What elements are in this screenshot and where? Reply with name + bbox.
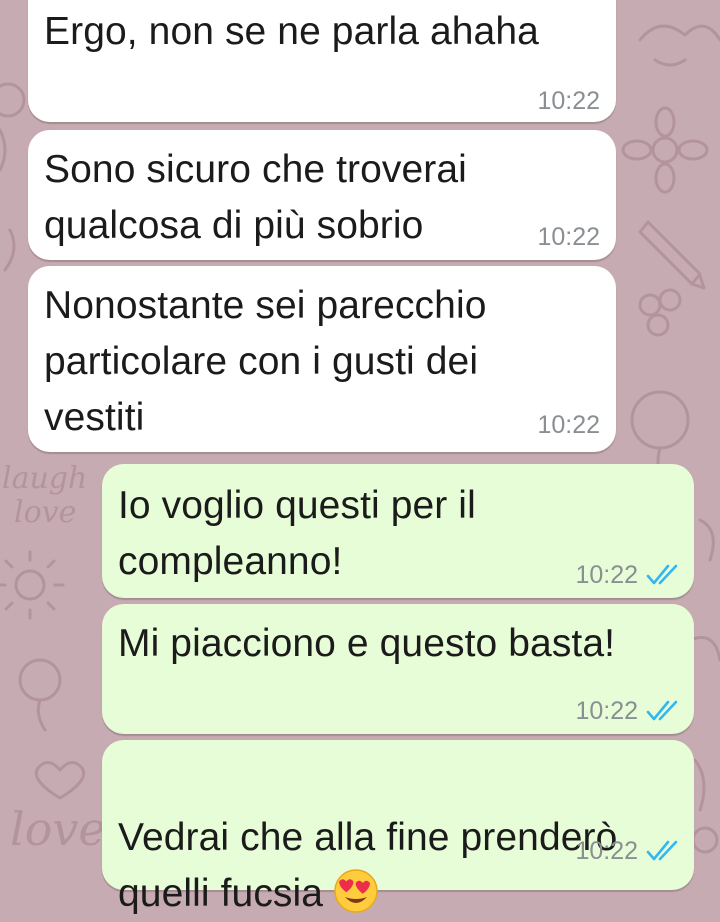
message-timestamp: 10:22	[537, 223, 600, 251]
wallpaper-love-script-text: love	[10, 802, 106, 856]
message-timestamp: 10:22	[575, 697, 638, 725]
message-text: Nonostante sei parecchio particolare con…	[44, 284, 487, 439]
incoming-message-bubble[interactable]: Nonostante sei parecchio particolare con…	[28, 266, 616, 452]
message-timestamp: 10:22	[575, 837, 638, 865]
outgoing-message-bubble[interactable]: Vedrai che alla fine prenderò quelli fuc…	[102, 740, 694, 915]
message-text: Mi piacciono e questo basta!	[118, 622, 616, 665]
double-check-read-icon	[646, 840, 678, 861]
message-timestamp: 10:22	[537, 411, 600, 439]
wallpaper-love-text: love	[14, 495, 76, 530]
double-check-read-icon	[646, 700, 678, 721]
message-timestamp: 10:22	[575, 561, 638, 589]
outgoing-message-bubble[interactable]: Io voglio questi per il compleanno! 10:2…	[102, 464, 694, 598]
message-text: Io voglio questi per il compleanno!	[118, 484, 476, 583]
message-text: Vedrai che alla fine prenderò quelli fuc…	[118, 754, 617, 922]
incoming-message-bubble[interactable]: Ergo, non se ne parla ahaha 10:22	[28, 0, 616, 122]
incoming-message-bubble[interactable]: Sono sicuro che troverai qualcosa di più…	[28, 130, 616, 260]
message-text: Sono sicuro che troverai qualcosa di più…	[44, 148, 467, 247]
wallpaper-laugh-text: laugh	[2, 461, 87, 496]
message-timestamp: 10:22	[537, 87, 600, 115]
message-text: Ergo, non se ne parla ahaha	[44, 10, 539, 53]
smiling-face-with-heart-eyes-icon	[334, 869, 378, 913]
double-check-read-icon	[646, 564, 678, 585]
outgoing-message-bubble[interactable]: Mi piacciono e questo basta! 10:22	[102, 604, 694, 734]
